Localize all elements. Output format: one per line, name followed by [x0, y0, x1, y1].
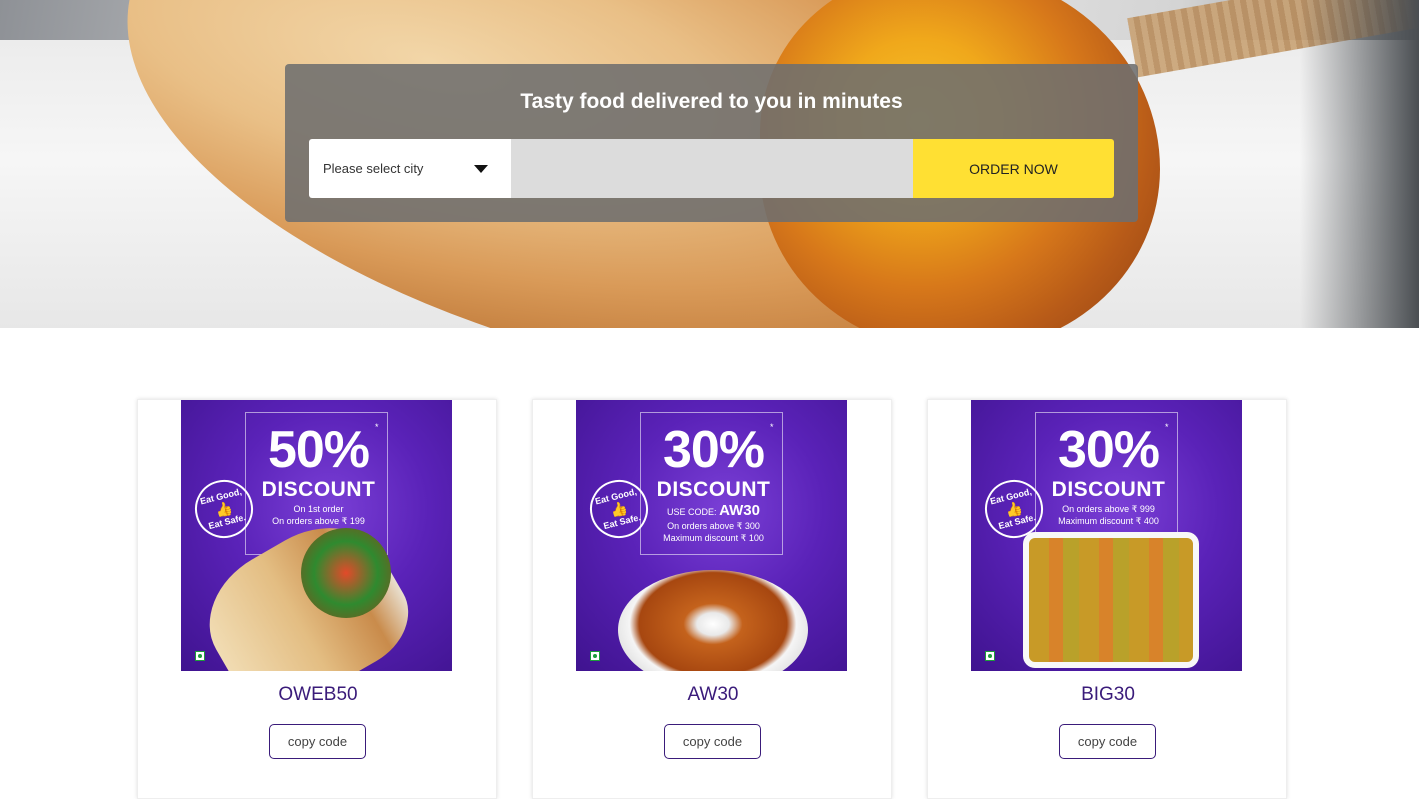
city-select[interactable]: Please select city: [309, 139, 511, 198]
asterisk: *: [770, 422, 774, 432]
asterisk: *: [1165, 422, 1169, 432]
hero-banner: Tasty food delivered to you in minutes P…: [0, 0, 1419, 328]
offer-banner-image: 30% * DISCOUNT On orders above ₹ 999 Max…: [971, 400, 1242, 671]
hero-shadow: [1300, 0, 1419, 328]
offer-banner-image: 30% * DISCOUNT USE CODE: AW30 On orders …: [576, 400, 847, 671]
offer-percent: 30%: [662, 421, 765, 479]
offer-code: AW30: [687, 684, 739, 705]
offer-code: OWEB50: [278, 684, 358, 705]
veg-mark-icon: [195, 651, 205, 661]
caret-down-icon: [474, 165, 488, 173]
order-now-button[interactable]: ORDER NOW: [913, 139, 1114, 198]
hero-title: Tasty food delivered to you in minutes: [520, 90, 903, 113]
offer-card: 30% * DISCOUNT USE CODE: AW30 On orders …: [532, 399, 892, 799]
veg-mark-icon: [985, 651, 995, 661]
offer-percent: 30%: [1057, 421, 1160, 479]
city-select-label: Please select city: [323, 161, 424, 176]
curry-bowl-image: [618, 570, 808, 671]
copy-code-button[interactable]: copy code: [1059, 724, 1156, 759]
offer-card: 50% * DISCOUNT On 1st order On orders ab…: [137, 399, 497, 799]
biryani-tray-image: [1023, 532, 1199, 668]
copy-code-button[interactable]: copy code: [664, 724, 761, 759]
veg-mark-icon: [590, 651, 600, 661]
address-input[interactable]: [511, 139, 913, 198]
asterisk: *: [375, 422, 379, 432]
wrap-filling-image: [301, 528, 391, 618]
copy-code-button[interactable]: copy code: [269, 724, 366, 759]
offer-percent: 50%: [267, 421, 370, 479]
search-panel: Tasty food delivered to you in minutes P…: [285, 64, 1138, 222]
offer-card: 30% * DISCOUNT On orders above ₹ 999 Max…: [927, 399, 1287, 799]
offer-banner-image: 50% * DISCOUNT On 1st order On orders ab…: [181, 400, 452, 671]
offer-code: BIG30: [1081, 684, 1135, 705]
